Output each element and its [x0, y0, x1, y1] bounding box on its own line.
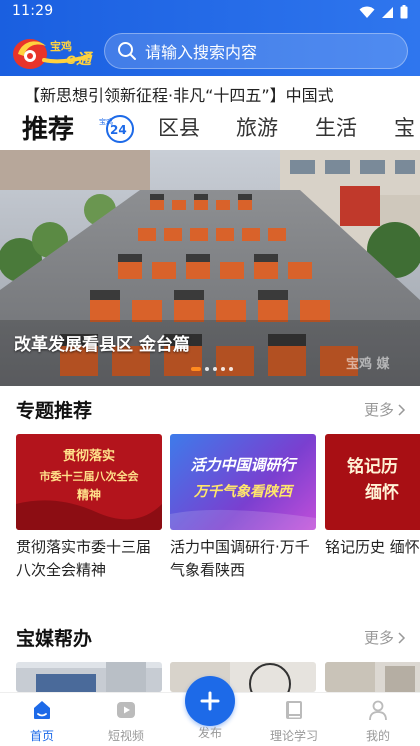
carousel-dot[interactable] — [229, 367, 233, 371]
nav-label: 理论学习 — [269, 729, 318, 743]
help-thumb[interactable] — [325, 662, 420, 692]
svg-text:万千气象看陕西: 万千气象看陕西 — [193, 483, 295, 500]
status-icons — [359, 5, 408, 19]
svg-text:活力中国调研行: 活力中国调研行 — [190, 456, 298, 474]
chevron-right-icon — [398, 403, 406, 416]
svg-text:e通: e通 — [66, 50, 94, 68]
clock-24-icon: 24 宝鸡 — [99, 115, 134, 143]
headline-ticker[interactable]: 【新思想引领新征程·非凡“十四五”】中国式 — [0, 76, 420, 104]
topic-card[interactable]: 铭记历 缅怀 铭记历史 缅怀 — [325, 434, 420, 559]
hero-caption: 改革发展看县区 金台篇 — [14, 335, 190, 355]
svg-text:宝鸡: 宝鸡 — [99, 117, 113, 126]
app-screen: 11:29 宝鸡 e通 请输入搜索内容 【新思想引领新征程·非凡“十四五”】中国… — [0, 0, 420, 746]
svg-text:市委十三届八次全会: 市委十三届八次全会 — [40, 469, 140, 483]
publish-label: 发布 — [197, 726, 222, 740]
topic-card[interactable]: 活力中国调研行 万千气象看陕西 活力中国调研行·万千气象看陕西 — [170, 434, 316, 582]
nav-theory-study[interactable]: 理论学习 — [259, 699, 329, 744]
topic-card-title: 活力中国调研行·万千气象看陕西 — [170, 538, 310, 579]
carousel-dot[interactable] — [221, 367, 225, 371]
search-placeholder: 请输入搜索内容 — [145, 43, 258, 62]
carousel-dot[interactable] — [213, 367, 217, 371]
nav-label: 我的 — [365, 729, 390, 743]
battery-icon — [400, 5, 408, 19]
status-time: 11:29 — [12, 3, 54, 19]
tab-baoji24[interactable]: 24 宝鸡 — [98, 114, 138, 144]
plus-icon — [200, 691, 220, 711]
topic-card-image: 铭记历 缅怀 — [325, 434, 420, 530]
search-bar[interactable]: 请输入搜索内容 — [104, 33, 408, 69]
topic-card-image: 活力中国调研行 万千气象看陕西 — [170, 434, 316, 530]
nav-home[interactable]: 首页 — [7, 699, 77, 744]
app-header: 11:29 宝鸡 e通 请输入搜索内容 — [0, 0, 420, 76]
app-logo[interactable]: 宝鸡 e通 — [8, 30, 94, 72]
carousel-dots — [191, 367, 233, 371]
status-bar: 11:29 — [0, 0, 420, 24]
section-title-special: 专题推荐 — [16, 400, 93, 422]
video-icon — [117, 702, 135, 718]
tab-recommend[interactable]: 推荐 — [22, 109, 74, 146]
svg-text:精神: 精神 — [77, 487, 101, 502]
svg-text:贯彻落实: 贯彻落实 — [63, 448, 115, 464]
user-icon — [369, 700, 387, 721]
ticker-text: 【新思想引领新征程·非凡“十四五”】中国式 — [24, 86, 334, 104]
book-icon — [286, 701, 302, 719]
carousel-dot[interactable] — [191, 367, 201, 371]
tab-travel[interactable]: 旅游 — [236, 112, 278, 142]
signal-icon — [382, 6, 393, 18]
hero-watermark: 宝鸡 媒 — [346, 357, 390, 372]
special-more-link[interactable]: 更多 — [364, 399, 406, 420]
wifi-icon — [359, 6, 375, 18]
nav-short-video[interactable]: 短视频 — [91, 699, 161, 744]
svg-text:缅怀: 缅怀 — [365, 482, 399, 503]
section-title-help: 宝媒帮办 — [16, 628, 93, 650]
home-icon — [34, 701, 50, 719]
topic-card-title: 贯彻落实市委十三届八次全会精神 — [16, 538, 152, 579]
chevron-right-icon — [398, 631, 406, 644]
carousel-dot[interactable] — [205, 367, 209, 371]
search-icon — [118, 42, 136, 60]
topic-card-title: 铭记历史 缅怀 — [325, 538, 420, 556]
help-more-link[interactable]: 更多 — [364, 627, 406, 648]
help-thumb[interactable] — [16, 662, 162, 692]
more-label: 更多 — [363, 629, 394, 647]
publish-button[interactable] — [185, 676, 235, 726]
topic-card[interactable]: 贯彻落实 市委十三届八次全会 精神 贯彻落实市委十三届八次全会精神 — [16, 434, 162, 582]
tab-county[interactable]: 区县 — [158, 112, 200, 142]
tab-life[interactable]: 生活 — [315, 112, 357, 142]
tab-bao[interactable]: 宝 — [394, 112, 415, 142]
category-tabs: 推荐 24 宝鸡 区县 旅游 生活 宝 — [0, 104, 420, 150]
nav-label: 首页 — [29, 729, 54, 743]
svg-text:铭记历: 铭记历 — [347, 456, 398, 477]
more-label: 更多 — [363, 401, 394, 419]
nav-profile[interactable]: 我的 — [343, 699, 413, 744]
nav-label: 短视频 — [107, 729, 144, 743]
topic-card-image: 贯彻落实 市委十三届八次全会 精神 — [16, 434, 162, 530]
